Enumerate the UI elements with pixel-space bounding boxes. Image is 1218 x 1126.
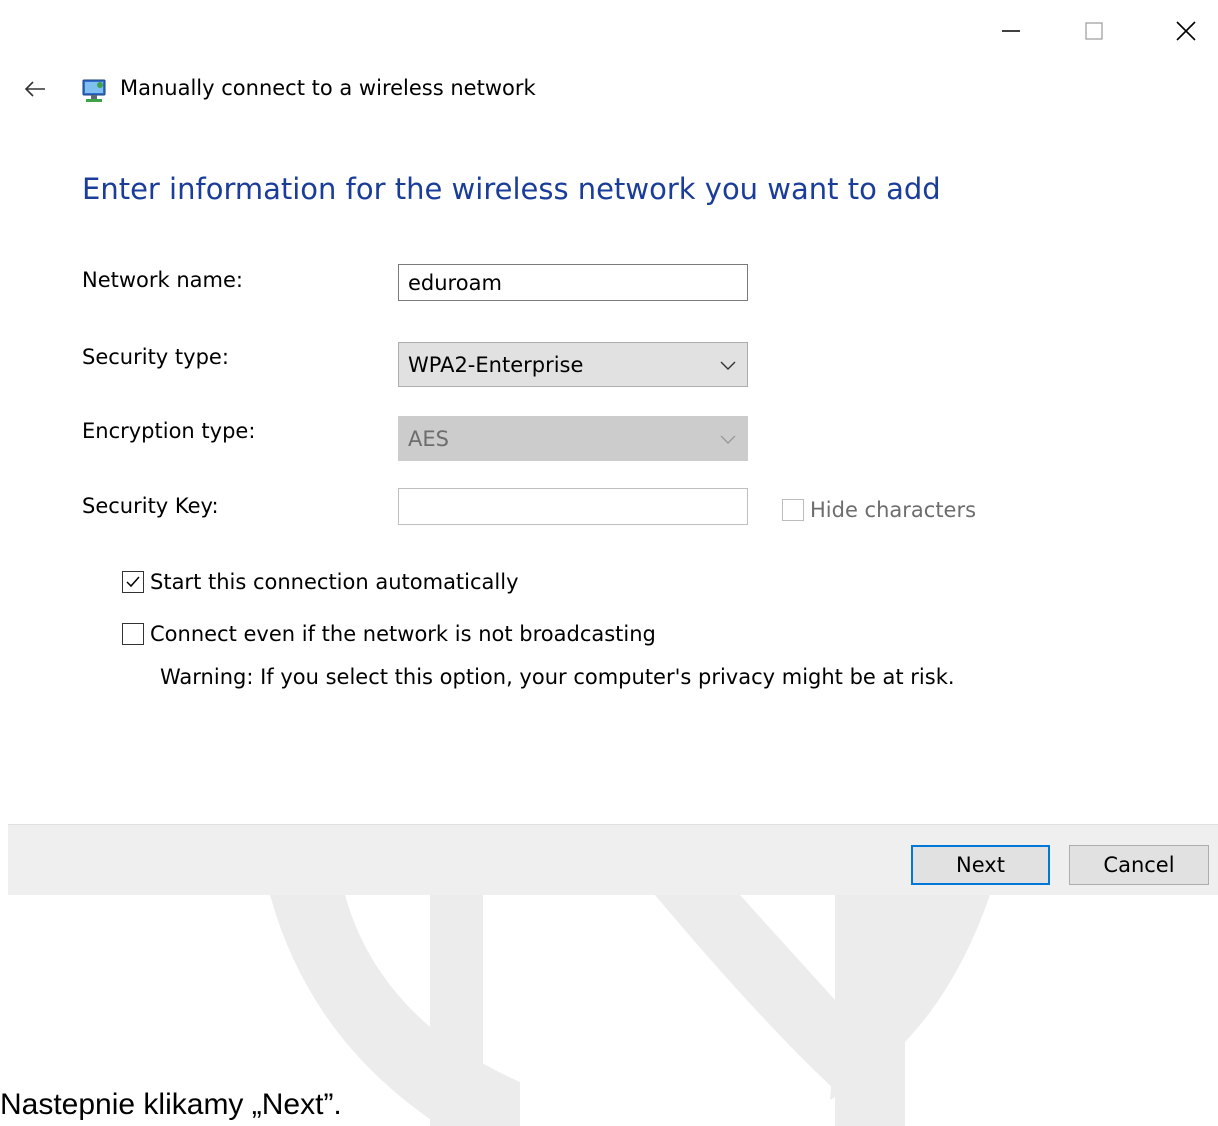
- maximize-button[interactable]: [1071, 10, 1117, 52]
- maximize-icon: [1085, 22, 1103, 40]
- close-icon: [1176, 21, 1196, 41]
- hide-characters-checkbox: Hide characters: [782, 498, 976, 522]
- start-auto-label: Start this connection automatically: [150, 570, 519, 594]
- encryption-type-value: AES: [408, 426, 449, 451]
- checkbox-box: [122, 623, 144, 645]
- checkbox-box: [122, 571, 144, 593]
- network-name-input[interactable]: eduroam: [398, 264, 748, 301]
- network-icon: [82, 79, 106, 102]
- privacy-warning: Warning: If you select this option, your…: [160, 665, 955, 689]
- connect-hidden-label: Connect even if the network is not broad…: [150, 622, 656, 646]
- chevron-down-icon: [720, 435, 736, 444]
- close-button[interactable]: [1163, 10, 1209, 52]
- start-auto-checkbox[interactable]: Start this connection automatically: [122, 570, 519, 594]
- security-type-label: Security type:: [82, 345, 229, 369]
- dialog-footer: Next Cancel: [8, 824, 1218, 895]
- network-name-value: eduroam: [408, 270, 502, 295]
- back-button[interactable]: [18, 72, 52, 106]
- security-type-value: WPA2-Enterprise: [408, 352, 584, 377]
- minimize-icon: [1002, 30, 1020, 32]
- hide-characters-label: Hide characters: [810, 498, 977, 522]
- security-type-select[interactable]: WPA2-Enterprise: [398, 342, 748, 387]
- checkbox-box: [782, 499, 804, 521]
- window-title: Manually connect to a wireless network: [120, 76, 536, 100]
- chevron-down-icon: [720, 361, 736, 370]
- instruction-caption: Nastepnie klikamy „Next”.: [0, 1088, 342, 1121]
- network-name-label: Network name:: [82, 268, 243, 292]
- encryption-type-select: AES: [398, 416, 748, 461]
- minimize-button[interactable]: [988, 10, 1034, 52]
- dialog-window: Manually connect to a wireless network E…: [8, 0, 1218, 895]
- page-heading: Enter information for the wireless netwo…: [82, 172, 941, 206]
- security-key-input: [398, 488, 748, 525]
- connect-hidden-checkbox[interactable]: Connect even if the network is not broad…: [122, 622, 656, 646]
- next-button[interactable]: Next: [911, 845, 1050, 885]
- security-key-label: Security Key:: [82, 494, 219, 518]
- back-arrow-icon: [24, 81, 45, 97]
- cancel-button[interactable]: Cancel: [1069, 845, 1209, 885]
- encryption-type-label: Encryption type:: [82, 419, 256, 443]
- checkmark-icon: [126, 576, 140, 588]
